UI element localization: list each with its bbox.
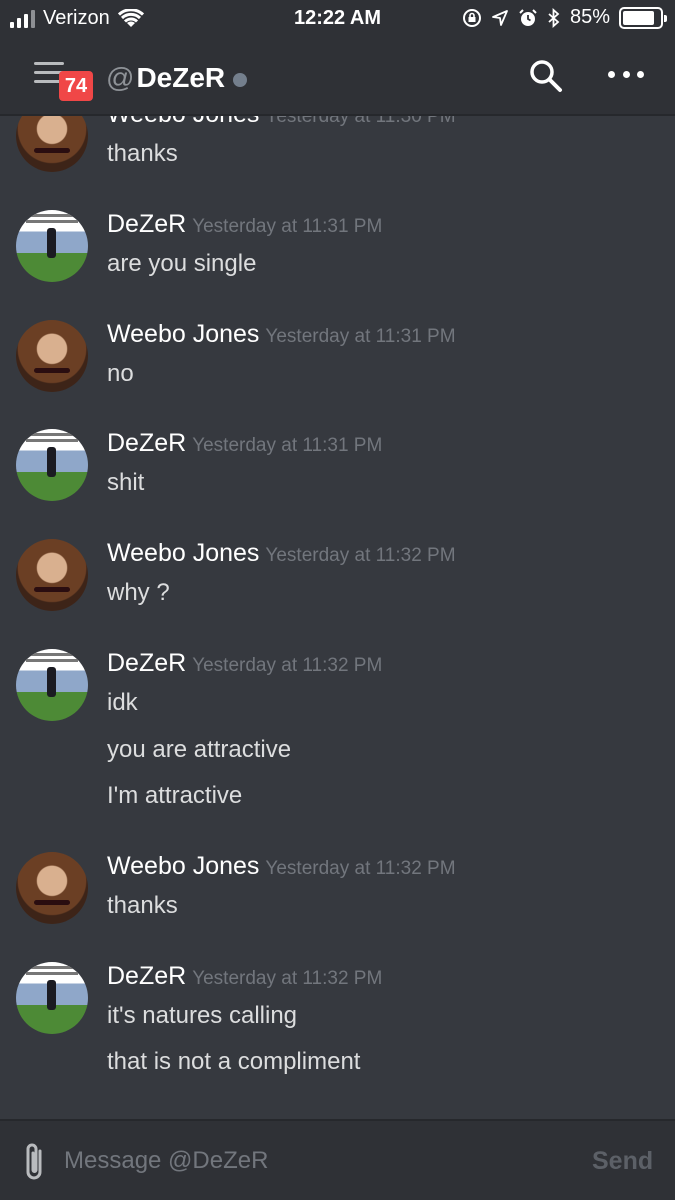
channel-name: DeZeR [136,62,226,93]
message-text: idk [107,689,138,716]
author-name[interactable]: DeZeR [107,649,186,677]
meme-avatar[interactable] [16,962,88,1034]
battery-percent: 85% [569,6,610,28]
at-symbol: @ [106,62,135,93]
author-name[interactable]: Weebo Jones [107,539,259,567]
search-icon [530,60,562,92]
message-text: you are attractive [107,736,292,763]
meme-avatar[interactable] [16,429,88,501]
message-header: DeZeR Yesterday at 11:31 PM [107,429,382,458]
author-name[interactable]: DeZeR [107,429,186,457]
message-timestamp: Yesterday at 11:32 PM [265,545,456,566]
alarm-icon [519,8,537,26]
send-button[interactable]: Send [592,1147,653,1176]
message-composer: Send [0,1119,675,1200]
message-list[interactable]: Weebo JonesYesterday at 11:30 PM thanks … [0,116,675,1119]
message-header: DeZeR Yesterday at 11:32 PM [107,649,382,678]
status-bar: Verizon 12:22 AM 85% [0,0,675,38]
message-text: why ? [107,579,170,606]
girl-avatar[interactable] [16,320,88,392]
menu-button[interactable]: 74 [34,62,94,102]
attach-button[interactable] [20,1141,50,1183]
search-button[interactable] [528,58,564,94]
message-text: it's natures calling [107,1002,298,1029]
paperclip-icon [26,1143,42,1180]
battery-icon [619,6,667,29]
message-header: DeZeR Yesterday at 11:32 PM [107,962,382,991]
message-text: are you single [107,250,257,277]
more-options-button[interactable] [608,60,644,88]
message-header: Weebo Jones Yesterday at 11:32 PM [107,852,456,881]
message-timestamp: Yesterday at 11:31 PM [265,326,456,347]
girl-avatar[interactable] [16,116,88,172]
author-name[interactable]: DeZeR [107,210,186,238]
message-header: Weebo Jones Yesterday at 11:32 PM [107,539,456,568]
message-timestamp: Yesterday at 11:31 PM [192,435,383,456]
message-timestamp: Yesterday at 11:32 PM [192,968,383,989]
message-timestamp: Yesterday at 11:31 PM [192,216,383,237]
unread-badge: 74 [59,71,93,101]
message-text: I'm attractive [107,782,243,809]
message-timestamp: Yesterday at 11:32 PM [265,858,456,879]
author-name[interactable]: Weebo Jones [107,852,259,880]
message-text: shit [107,469,145,496]
message-input[interactable] [64,1141,564,1181]
message-text: that is not a compliment [107,1048,361,1075]
meme-avatar[interactable] [16,649,88,721]
presence-indicator [233,73,248,87]
battery-fill [623,10,654,25]
author-name[interactable]: Weebo Jones [107,320,259,348]
message-header: DeZeR Yesterday at 11:31 PM [107,210,382,239]
message-text: thanks [107,140,178,167]
status-right: 85% [462,6,667,29]
meme-avatar[interactable] [16,210,88,282]
girl-avatar[interactable] [16,852,88,924]
bluetooth-icon [548,7,560,28]
message-timestamp: Yesterday at 11:32 PM [192,655,383,676]
message-timestamp: Yesterday at 11:30 PM [265,116,456,127]
more-icon [608,70,615,78]
author-name[interactable]: Weebo Jones [107,116,259,128]
message-header: Weebo Jones Yesterday at 11:31 PM [107,320,456,349]
lock-rotation-icon [462,8,481,27]
message-header: Weebo Jones Yesterday at 11:30 PM [107,116,456,129]
channel-header: 74 @ DeZeR [0,48,675,110]
top-bar: Verizon 12:22 AM 85% 74 @ DeZeR [0,0,675,116]
message-text: no [107,360,134,387]
message-text: thanks [107,892,178,919]
author-name[interactable]: DeZeR [107,962,186,990]
channel-title[interactable]: @ DeZeR [106,62,248,94]
girl-avatar[interactable] [16,539,88,611]
location-icon [492,9,508,26]
